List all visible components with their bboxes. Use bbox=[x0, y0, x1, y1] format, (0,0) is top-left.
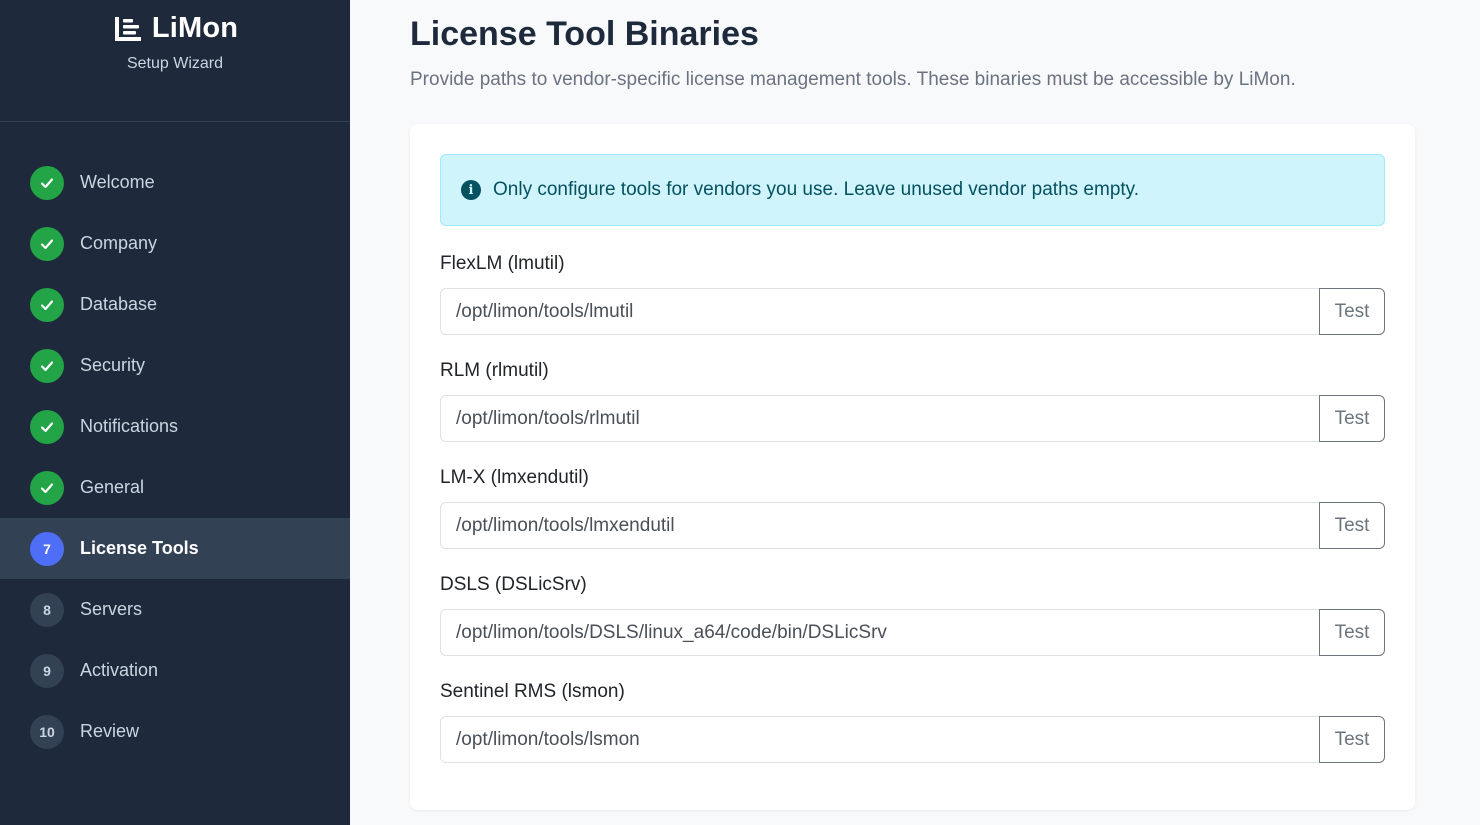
step-notifications[interactable]: Notifications bbox=[0, 396, 350, 457]
step-label: Servers bbox=[80, 599, 143, 619]
info-alert: i Only configure tools for vendors you u… bbox=[440, 154, 1385, 226]
wizard-steps: Welcome Company Database Security Notifi… bbox=[0, 122, 350, 762]
step-review[interactable]: 10 Review bbox=[0, 701, 350, 762]
brand-row: LiMon bbox=[112, 12, 238, 45]
field-label: DSLS (DSLicSrv) bbox=[440, 574, 587, 595]
field-sentinel: Sentinel RMS (lsmon) Test bbox=[440, 680, 1385, 763]
step-database[interactable]: Database bbox=[0, 274, 350, 335]
field-label: Sentinel RMS (lsmon) bbox=[440, 681, 625, 702]
license-tools-card: i Only configure tools for vendors you u… bbox=[410, 124, 1415, 810]
page-title: License Tool Binaries bbox=[410, 15, 759, 53]
check-icon bbox=[40, 177, 54, 188]
field-rlm: RLM (rlmutil) Test bbox=[440, 359, 1385, 442]
main-content: License Tool Binaries Provide paths to v… bbox=[410, 0, 1415, 810]
step-servers[interactable]: 8 Servers bbox=[0, 579, 350, 640]
tool-path-fields: FlexLM (lmutil) Test RLM (rlmutil) Test … bbox=[440, 252, 1385, 763]
field-flexlm: FlexLM (lmutil) Test bbox=[440, 252, 1385, 335]
rlm-path-input[interactable] bbox=[440, 395, 1319, 442]
input-group: Test bbox=[440, 502, 1385, 549]
test-sentinel-button[interactable]: Test bbox=[1319, 716, 1385, 763]
field-label: RLM (rlmutil) bbox=[440, 360, 549, 381]
input-group: Test bbox=[440, 395, 1385, 442]
test-dsls-button[interactable]: Test bbox=[1319, 609, 1385, 656]
step-label: License Tools bbox=[80, 538, 199, 558]
input-group: Test bbox=[440, 609, 1385, 656]
step-check-badge bbox=[30, 287, 64, 322]
brand-name: LiMon bbox=[151, 12, 239, 44]
step-license-tools[interactable]: 7 License Tools bbox=[0, 518, 350, 579]
sentinel-path-input[interactable] bbox=[440, 716, 1319, 763]
step-check-badge bbox=[30, 470, 64, 505]
field-label: FlexLM (lmutil) bbox=[440, 253, 565, 274]
input-group: Test bbox=[440, 716, 1385, 763]
input-group: Test bbox=[440, 288, 1385, 335]
step-label: Database bbox=[80, 294, 158, 314]
brand: LiMon Setup Wizard bbox=[0, 0, 350, 122]
step-activation[interactable]: 9 Activation bbox=[0, 640, 350, 701]
step-label: Company bbox=[80, 233, 158, 253]
step-number-badge: 8 bbox=[30, 592, 64, 627]
flexlm-path-input[interactable] bbox=[440, 288, 1319, 335]
list-logo-icon bbox=[114, 16, 141, 41]
step-label: Review bbox=[80, 721, 140, 741]
step-check-badge bbox=[30, 348, 64, 383]
lmx-path-input[interactable] bbox=[440, 502, 1319, 549]
step-label: Welcome bbox=[80, 172, 155, 192]
step-check-badge bbox=[30, 226, 64, 261]
step-label: Activation bbox=[80, 660, 159, 680]
step-number-badge: 9 bbox=[30, 653, 64, 688]
dsls-path-input[interactable] bbox=[440, 609, 1319, 656]
page-description: Provide paths to vendor-specific license… bbox=[410, 69, 1296, 90]
step-number-badge: 10 bbox=[30, 714, 64, 749]
info-alert-text: Only configure tools for vendors you use… bbox=[493, 179, 1140, 200]
field-lmx: LM-X (lmxendutil) Test bbox=[440, 466, 1385, 549]
sidebar: LiMon Setup Wizard Welcome Company Datab… bbox=[0, 0, 350, 825]
step-check-badge bbox=[30, 409, 64, 444]
check-icon bbox=[40, 238, 54, 249]
step-general[interactable]: General bbox=[0, 457, 350, 518]
check-icon bbox=[40, 299, 54, 310]
check-icon bbox=[40, 421, 54, 432]
test-rlm-button[interactable]: Test bbox=[1319, 395, 1385, 442]
brand-subtitle: Setup Wizard bbox=[126, 55, 224, 72]
test-lmx-button[interactable]: Test bbox=[1319, 502, 1385, 549]
step-label: Security bbox=[80, 355, 146, 375]
step-check-badge bbox=[30, 165, 64, 200]
info-circle-icon: i bbox=[461, 180, 481, 200]
check-icon bbox=[40, 482, 54, 493]
step-security[interactable]: Security bbox=[0, 335, 350, 396]
step-label: General bbox=[80, 477, 145, 497]
field-label: LM-X (lmxendutil) bbox=[440, 467, 589, 488]
step-welcome[interactable]: Welcome bbox=[0, 152, 350, 213]
step-number-badge: 7 bbox=[30, 531, 64, 566]
test-flexlm-button[interactable]: Test bbox=[1319, 288, 1385, 335]
step-label: Notifications bbox=[80, 416, 179, 436]
check-icon bbox=[40, 360, 54, 371]
step-company[interactable]: Company bbox=[0, 213, 350, 274]
field-dsls: DSLS (DSLicSrv) Test bbox=[440, 573, 1385, 656]
